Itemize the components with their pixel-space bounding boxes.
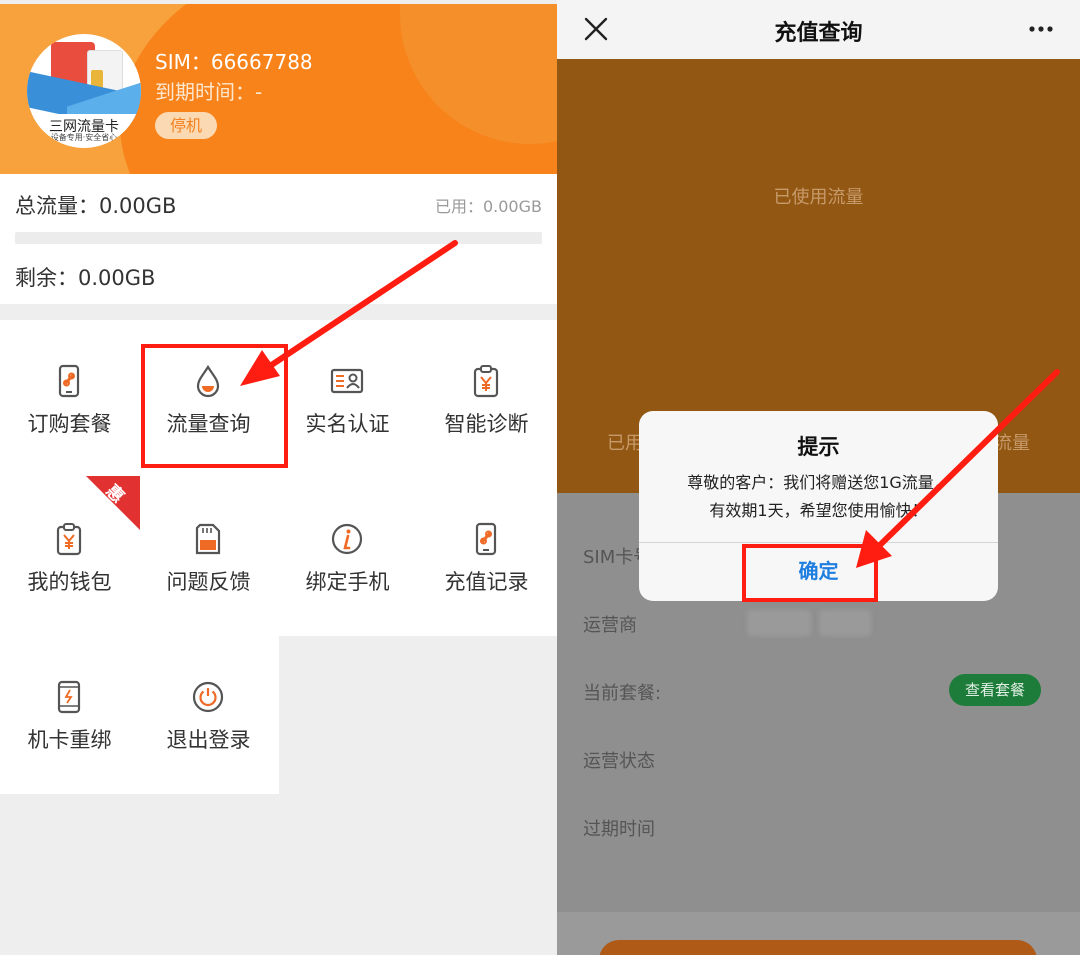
logo-slogan: 设备专用·安全省心	[50, 133, 118, 142]
menu-item-label: 订购套餐	[27, 412, 112, 436]
phone-link-icon	[58, 364, 80, 398]
used-data-title: 已使用流量	[773, 187, 864, 208]
wallet-yen-icon	[56, 523, 82, 556]
menu-item-label: 绑定手机	[305, 570, 390, 594]
menu-item-label: 问题反馈	[166, 570, 251, 594]
menu-item-recharge-records[interactable]: 充值记录	[417, 478, 556, 636]
more-icon[interactable]	[1026, 14, 1056, 44]
info-icon	[331, 523, 363, 555]
menu-item-label: 机卡重绑	[27, 728, 112, 752]
highlight-box-data-query	[141, 344, 288, 468]
nav-bar: 充值查询	[557, 0, 1080, 59]
recharge-button[interactable]	[599, 940, 1037, 955]
current-plan-label: 当前套餐:	[583, 683, 662, 704]
sim-number: SIM：66667788	[155, 50, 313, 74]
dialog-message-line: 有效期1天，希望您使用愉快！	[709, 501, 928, 520]
operating-status-label: 运营状态	[583, 751, 655, 772]
blurred-value	[747, 610, 811, 636]
used-data-label: 已用	[607, 433, 643, 454]
menu-item-label: 充值记录	[444, 570, 529, 594]
highlight-box-confirm	[742, 544, 878, 602]
right-screen: 充值查询 已使用流量 已用 流量 SIM卡号 运营商 当前套餐: 查看套餐 运营…	[557, 0, 1080, 955]
remaining-data: 剩余：0.00GB	[15, 266, 156, 290]
menu-item-order-plan[interactable]: 订购套餐	[0, 320, 139, 478]
data-label: 流量	[994, 433, 1030, 454]
phone-link-icon	[475, 522, 497, 556]
menu-row: 我的钱包 问题反馈 绑定手机 充值记录	[0, 478, 557, 636]
menu-item-label: 智能诊断	[444, 412, 529, 436]
dialog-message-line: 尊敬的客户：我们将赠送您1G流量，	[687, 473, 950, 492]
expiry-time: 到期时间：-	[155, 80, 263, 104]
total-data: 总流量：0.00GB	[15, 194, 177, 218]
menu-item-label: 退出登录	[166, 728, 251, 752]
sim-card-logo: 三网流量卡 设备专用·安全省心	[27, 34, 141, 148]
menu-item-logout[interactable]: 退出登录	[139, 636, 278, 794]
menu-row: 机卡重绑 退出登录	[0, 636, 279, 794]
menu-item-bind-phone[interactable]: 绑定手机	[278, 478, 417, 636]
dialog-title: 提示	[797, 435, 840, 459]
blurred-value	[819, 610, 871, 636]
menu-item-feedback[interactable]: 问题反馈	[139, 478, 278, 636]
usage-panel: 总流量：0.00GB 已用：0.00GB 剩余：0.00GB	[0, 174, 557, 304]
phone-rebind-icon	[57, 680, 81, 714]
menu-item-label: 我的钱包	[27, 570, 112, 594]
status-badge: 停机	[155, 112, 217, 139]
id-card-icon	[330, 368, 364, 394]
dialog-message: 尊敬的客户：我们将赠送您1G流量， 有效期1天，希望您使用愉快！	[653, 469, 984, 525]
page-title: 充值查询	[774, 21, 863, 46]
view-plan-button[interactable]: 查看套餐	[949, 674, 1041, 706]
account-header: 三网流量卡 设备专用·安全省心 SIM：66667788 到期时间：- 停机	[0, 4, 557, 174]
menu-item-smart-diagnosis[interactable]: 智能诊断	[417, 320, 556, 478]
usage-progress-bar	[15, 232, 542, 244]
promo-badge: 惠	[86, 476, 140, 530]
menu-item-label: 实名认证	[305, 412, 390, 436]
used-data: 已用：0.00GB	[434, 197, 542, 216]
operator-label: 运营商	[583, 615, 637, 636]
clipboard-yen-icon	[473, 365, 499, 398]
menu-item-rebind-card[interactable]: 机卡重绑	[0, 636, 139, 794]
left-screen: 三网流量卡 设备专用·安全省心 SIM：66667788 到期时间：- 停机 总…	[0, 0, 557, 955]
power-icon	[192, 681, 224, 713]
menu-item-real-name[interactable]: 实名认证	[278, 320, 417, 478]
expiry-time-label: 过期时间	[583, 819, 655, 840]
sim-card-icon	[195, 523, 221, 555]
